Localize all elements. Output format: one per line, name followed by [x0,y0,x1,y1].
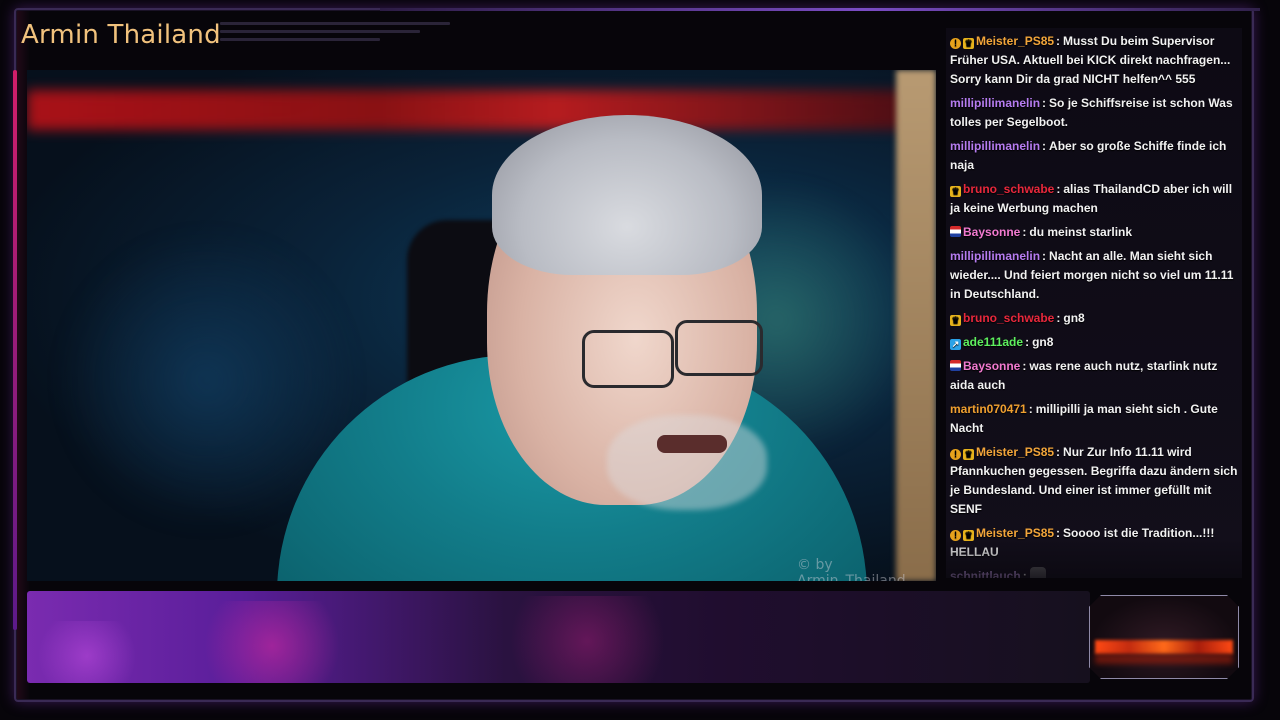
chat-separator: : [1028,402,1033,416]
mini-camera-lava [1095,640,1233,654]
chat-text: gn8 [1032,335,1054,349]
chat-username[interactable]: bruno_schwabe [963,182,1054,196]
background-door [896,70,936,581]
chat-username[interactable]: Meister_PS85 [976,526,1054,540]
chat-username[interactable]: Baysonne [963,359,1020,373]
title-decoration-lines [220,22,450,46]
chat-username[interactable]: bruno_schwabe [963,311,1054,325]
crown-icon: ♛ [963,38,974,49]
game-icon: ↗ [950,339,961,350]
banner-glow [487,596,687,683]
chat-separator: : [1025,335,1030,349]
chat-separator: : [1042,139,1047,153]
flag-icon [950,226,961,237]
banner-glow [27,621,147,683]
streamer-beard [607,415,767,510]
chat-separator: : [1042,96,1047,110]
chat-username[interactable]: Meister_PS85 [976,445,1054,459]
warn-icon: ! [950,449,961,460]
chat-message: millipillimanelin: So je Schiffsreise ist… [946,92,1242,135]
chat-username[interactable]: millipillimanelin [950,96,1040,110]
glasses-lens-right [675,320,763,376]
chat-username[interactable]: Baysonne [963,225,1020,239]
banner-glow [187,601,357,683]
chat-message: millipillimanelin: Aber so große Schiffe … [946,135,1242,178]
flag-icon [950,360,961,371]
crown-icon: ♛ [963,449,974,460]
chat-message: ♛ bruno_schwabe: alias ThailandCD aber ich… [946,178,1242,221]
top-decoration-bar [380,8,1260,11]
chat-panel[interactable]: ! ♛ Meister_PS85: Musst Du beim Supervisor … [946,28,1242,578]
chat-username[interactable]: Meister_PS85 [976,34,1054,48]
chat-message: Baysonne: was rene auch nutz, starlink nu… [946,355,1242,398]
chat-message: martin070471: millipilli ja man sieht sic… [946,398,1242,441]
video-watermark: © by Armin_Thailand [797,557,906,581]
chat-text: gn8 [1063,311,1085,325]
chat-message: ↗ ade111ade: gn8 [946,331,1242,355]
chat-separator: : [1056,311,1061,325]
chat-username[interactable]: millipillimanelin [950,139,1040,153]
chat-message: millipillimanelin: Nacht an alle. Man sie… [946,245,1242,307]
streamer-mouth [657,435,727,453]
warn-icon: ! [950,38,961,49]
chat-message: ! ♛ Meister_PS85: Nur Zur Info 11.11 wird P… [946,441,1242,522]
chat-separator: : [1056,445,1061,459]
crown-icon: ♛ [950,315,961,326]
streamer-hair [492,115,762,275]
chat-message: Baysonne: du meinst starlink [946,221,1242,245]
chat-separator: : [1022,569,1027,578]
crown-icon: ♛ [963,530,974,541]
crown-icon: ♛ [950,186,961,197]
chat-username[interactable]: ade111ade [963,335,1023,349]
bottom-banner [27,591,1090,683]
chat-separator: : [1022,359,1027,373]
chat-separator: : [1056,526,1061,540]
chat-message: ♛ bruno_schwabe: gn8 [946,307,1242,331]
chat-username[interactable]: millipillimanelin [950,249,1040,263]
chat-text: du meinst starlink [1029,225,1133,239]
warn-icon: ! [950,530,961,541]
chat-separator: : [1056,182,1061,196]
webcam-video[interactable]: © by Armin_Thailand [27,70,936,581]
streamer [277,115,867,581]
chat-username[interactable]: schnittlauch [950,569,1021,578]
chat-message: ! ♛ Meister_PS85: Musst Du beim Supervisor … [946,30,1242,92]
mini-camera-glow [1095,654,1233,664]
mini-camera-feed[interactable] [1089,595,1239,679]
chat-message: schnittlauch: [946,565,1242,578]
stream-title: Armin Thailand [21,20,221,50]
chat-separator: : [1022,225,1027,239]
chat-message: ! ♛ Meister_PS85: Soooo ist die Tradition..… [946,522,1242,565]
chat-separator: : [1042,249,1047,263]
emote-icon [1029,567,1046,578]
chat-separator: : [1056,34,1061,48]
chat-username[interactable]: martin070471 [950,402,1027,416]
glasses-lens-left [582,330,674,388]
